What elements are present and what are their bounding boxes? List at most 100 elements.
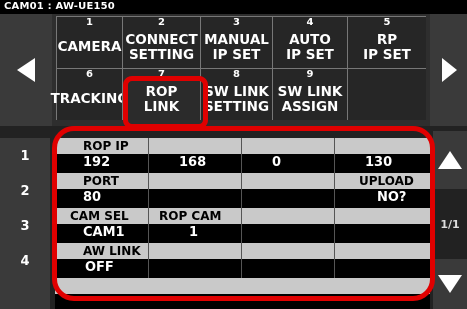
menu-manual-ip-set[interactable]: 3 MANUAL IP SET — [200, 16, 272, 68]
param-value: CAM1 — [56, 224, 148, 244]
param-label — [149, 243, 241, 259]
page-indicator: 1/1 — [440, 217, 460, 231]
menu-label: IP SET — [212, 46, 261, 63]
param-label — [149, 173, 241, 189]
menu-label: CAMERA — [57, 39, 122, 55]
param-label: AW LINK — [56, 243, 148, 259]
menu-label: ROP — [145, 83, 178, 100]
page-indicator-box: 1/1 — [433, 191, 467, 257]
empty-row-value-strip — [55, 294, 430, 309]
window-title: CAM01 : AW-UE150 — [0, 0, 467, 14]
menu-number: 7 — [158, 69, 165, 80]
param-label: ROP CAM — [149, 208, 241, 224]
menu-number: 3 — [233, 17, 240, 28]
param-label: ROP IP — [56, 138, 148, 154]
triangle-right-icon — [441, 58, 457, 82]
empty-row-label-strip — [55, 278, 430, 294]
row-number-blank — [0, 278, 50, 309]
param-value: 80 — [56, 189, 148, 209]
param-value: 192 — [56, 154, 148, 174]
param-value: 1 — [149, 224, 241, 244]
param-value — [335, 224, 430, 244]
menu-camera[interactable]: 1 CAMERA — [56, 16, 122, 68]
menu-number: 4 — [306, 17, 314, 28]
triangle-up-icon — [438, 151, 462, 169]
menu-sw-link-assign[interactable]: 9 SW LINK ASSIGN — [272, 68, 347, 120]
param-label — [242, 208, 334, 224]
menu-number: 5 — [383, 17, 391, 28]
menu-sw-link-setting[interactable]: 8 SW LINK SETTING — [200, 68, 272, 120]
menu-number: 2 — [158, 17, 165, 28]
menu-label: SW LINK — [277, 83, 343, 100]
menu-label: TRACKING — [50, 91, 129, 107]
param-label — [149, 138, 241, 154]
menu-label: RP — [376, 31, 398, 48]
param-value — [242, 259, 334, 279]
scroll-up-button[interactable] — [433, 131, 467, 189]
param-label — [335, 138, 430, 154]
empty-cell — [148, 243, 241, 279]
row-number-2: 2 — [0, 173, 50, 209]
menu-label: SETTING — [203, 98, 270, 115]
setting-row-port: PORT 80 UPLOAD NO? — [55, 173, 430, 209]
rop-ip-octet-4[interactable]: 130 — [334, 138, 430, 174]
menu-rp-ip-set[interactable]: 5 RP IP SET — [347, 16, 426, 68]
menu-label: SETTING — [128, 46, 195, 63]
param-value: 0 — [242, 154, 334, 174]
setting-row-rop-ip: ROP IP 192 168 0 130 — [55, 138, 430, 174]
param-label — [335, 243, 430, 259]
param-value: OFF — [56, 259, 148, 279]
triangle-left-icon — [17, 58, 35, 82]
row-number-3: 3 — [0, 208, 50, 244]
menu-label: AUTO — [289, 31, 331, 48]
prev-page-button[interactable] — [0, 14, 52, 126]
menu-label: IP SET — [286, 46, 334, 63]
menu-label: CONNECT — [125, 31, 198, 48]
menu-grid: 1 CAMERA 2 CONNECT SETTING 3 MANUAL IP S… — [51, 16, 426, 124]
menu-tracking[interactable]: 6 TRACKING — [51, 68, 128, 120]
menu-rop-link[interactable]: 7 ROP LINK — [122, 68, 200, 120]
menu-empty — [347, 68, 426, 120]
scroll-down-button[interactable] — [433, 259, 467, 309]
row-number-4: 4 — [0, 243, 50, 279]
param-value — [149, 259, 241, 279]
empty-cell — [241, 173, 334, 209]
menu-label: SW LINK — [204, 83, 269, 100]
param-value — [242, 189, 334, 209]
param-label — [335, 208, 430, 224]
next-page-button[interactable] — [430, 14, 467, 126]
aw-link-field[interactable]: AW LINK OFF — [55, 243, 148, 279]
param-value — [335, 259, 430, 279]
menu-label: ASSIGN — [281, 98, 339, 115]
menu-connect-setting[interactable]: 2 CONNECT SETTING — [122, 16, 200, 68]
empty-cell — [241, 208, 334, 244]
menu-number: 1 — [86, 17, 93, 28]
menu-number: 6 — [86, 69, 93, 80]
empty-cell — [241, 243, 334, 279]
upload-button[interactable]: UPLOAD NO? — [334, 173, 430, 209]
setting-row-aw-link: AW LINK OFF — [55, 243, 430, 279]
rop-cam-field[interactable]: ROP CAM 1 — [148, 208, 241, 244]
param-label — [242, 243, 334, 259]
empty-cell — [148, 173, 241, 209]
param-label — [242, 173, 334, 189]
rop-ip-octet-1[interactable]: ROP IP 192 — [55, 138, 148, 174]
empty-cell — [334, 208, 430, 244]
triangle-down-icon — [438, 275, 462, 293]
row-number-1: 1 — [0, 138, 50, 174]
empty-cell — [334, 243, 430, 279]
param-label — [242, 138, 334, 154]
menu-auto-ip-set[interactable]: 4 AUTO IP SET — [272, 16, 347, 68]
rop-ip-octet-2[interactable]: 168 — [148, 138, 241, 174]
param-value: 130 — [335, 154, 430, 174]
menu-number: 8 — [233, 69, 240, 80]
menu-label: LINK — [143, 98, 180, 115]
cam-sel-field[interactable]: CAM SEL CAM1 — [55, 208, 148, 244]
param-label: UPLOAD — [335, 173, 430, 189]
param-value: NO? — [335, 189, 430, 209]
param-value: 168 — [149, 154, 241, 174]
port-field[interactable]: PORT 80 — [55, 173, 148, 209]
param-value — [242, 224, 334, 244]
rop-ip-octet-3[interactable]: 0 — [241, 138, 334, 174]
setting-row-cam-sel: CAM SEL CAM1 ROP CAM 1 — [55, 208, 430, 244]
